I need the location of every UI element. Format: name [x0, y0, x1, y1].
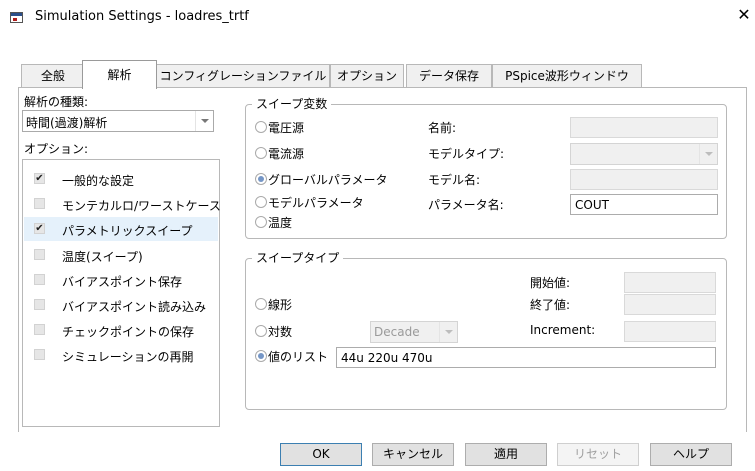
option-label: シミュレーションの再開 — [62, 350, 194, 364]
option-label: 温度(スイープ) — [62, 250, 143, 264]
window-title: Simulation Settings - loadres_trtf — [35, 9, 249, 24]
radio-logarithmic[interactable] — [255, 325, 267, 337]
tab-options[interactable]: オプション — [330, 64, 404, 88]
value-list-value: 44u 220u 470u — [341, 351, 433, 365]
radio-temperature-label: 温度 — [268, 216, 293, 230]
end-value-label: 終了値: — [530, 298, 571, 312]
checkbox-icon[interactable] — [34, 249, 45, 260]
option-load-bias-point[interactable]: バイアスポイント読み込み — [24, 293, 218, 317]
radio-value-list[interactable] — [255, 350, 267, 362]
option-save-checkpoint[interactable]: チェックポイントの保存 — [24, 318, 218, 342]
option-parametric-sweep[interactable]: ✔ パラメトリックスイープ — [24, 217, 218, 241]
radio-model-parameter[interactable] — [255, 196, 267, 208]
parameter-name-label: パラメータ名: — [428, 198, 504, 212]
sweep-variable-title: スイープ変数 — [252, 95, 332, 112]
tab-configuration-files[interactable]: コンフィグレーションファイル — [156, 64, 330, 88]
apply-button[interactable]: 適用 — [465, 443, 547, 466]
log-mode-dropdown[interactable]: Decade — [370, 321, 458, 343]
option-label: バイアスポイント読み込み — [62, 300, 207, 314]
analysis-type-dropdown[interactable]: 時間(過渡)解析 — [22, 110, 214, 132]
radio-global-parameter[interactable] — [255, 173, 267, 185]
option-save-bias-point[interactable]: バイアスポイント保存 — [24, 268, 218, 292]
model-name-field[interactable] — [570, 169, 718, 190]
checkbox-icon[interactable] — [34, 198, 45, 209]
radio-current-source[interactable] — [255, 147, 267, 159]
option-general-settings[interactable]: ✔ 一般的な設定 — [24, 167, 218, 191]
increment-field[interactable] — [624, 321, 716, 342]
option-label: チェックポイントの保存 — [62, 325, 195, 339]
options-label: オプション: — [24, 142, 89, 156]
model-name-label: モデル名: — [428, 173, 481, 187]
checkbox-icon[interactable] — [34, 349, 45, 360]
checkbox-icon[interactable]: ✔ — [34, 173, 45, 184]
log-mode-value: Decade — [374, 325, 420, 339]
radio-linear[interactable] — [255, 298, 267, 310]
option-label: バイアスポイント保存 — [62, 275, 183, 289]
radio-temperature[interactable] — [255, 216, 267, 228]
radio-linear-label: 線形 — [268, 298, 293, 312]
radio-global-parameter-label: グローバルパラメータ — [268, 173, 388, 187]
value-list-field[interactable]: 44u 220u 470u — [336, 347, 716, 368]
app-window-icon — [10, 12, 23, 23]
chevron-down-icon[interactable] — [439, 322, 457, 342]
analysis-type-value: 時間(過渡)解析 — [26, 116, 108, 130]
reset-button[interactable]: リセット — [557, 443, 639, 466]
option-label: パラメトリックスイープ — [62, 224, 193, 238]
radio-model-parameter-label: モデルパラメータ — [268, 196, 364, 210]
options-list: ✔ 一般的な設定 モンテカルロ/ワーストケース ✔ パラメトリックスイープ 温度… — [22, 159, 221, 427]
tab-data-collection[interactable]: データ保存 — [406, 64, 492, 88]
option-label: モンテカルロ/ワーストケース — [62, 199, 221, 213]
model-type-dropdown[interactable] — [570, 143, 718, 165]
radio-voltage-source-label: 電圧源 — [268, 121, 305, 135]
parameter-name-field[interactable]: COUT — [570, 194, 718, 215]
name-label: 名前: — [428, 121, 457, 135]
chevron-down-icon[interactable] — [195, 111, 213, 131]
dialog-client-area: 全般 解析 コンフィグレーションファイル オプション データ保存 PSpice波… — [0, 34, 755, 471]
end-value-field[interactable] — [624, 294, 716, 315]
sweep-type-title: スイープタイプ — [252, 249, 344, 266]
analysis-type-label: 解析の種類: — [24, 95, 89, 109]
option-label: 一般的な設定 — [62, 174, 135, 188]
tab-analysis[interactable]: 解析 — [82, 60, 157, 89]
option-monte-carlo[interactable]: モンテカルロ/ワーストケース — [24, 192, 221, 216]
tab-general[interactable]: 全般 — [21, 64, 85, 88]
start-value-label: 開始値: — [530, 276, 571, 290]
checkbox-icon[interactable]: ✔ — [34, 223, 45, 234]
radio-value-list-label: 値のリスト — [268, 350, 329, 364]
checkbox-icon[interactable] — [34, 324, 45, 335]
start-value-field[interactable] — [624, 272, 716, 293]
title-bar: Simulation Settings - loadres_trtf ✕ — [0, 0, 755, 34]
ok-button[interactable]: OK — [280, 443, 362, 466]
model-type-label: モデルタイプ: — [428, 147, 505, 161]
chevron-down-icon[interactable] — [699, 144, 717, 164]
checkbox-icon[interactable] — [34, 274, 45, 285]
parameter-name-value: COUT — [575, 198, 609, 212]
radio-current-source-label: 電流源 — [268, 147, 305, 161]
increment-label: Increment: — [530, 323, 596, 337]
option-restart-simulation[interactable]: シミュレーションの再開 — [24, 343, 218, 367]
radio-logarithmic-label: 対数 — [268, 325, 293, 339]
tab-pspice-probe-window[interactable]: PSpice波形ウィンドウ — [492, 64, 642, 88]
radio-voltage-source[interactable] — [255, 121, 267, 133]
help-button[interactable]: ヘルプ — [650, 443, 732, 466]
cancel-button[interactable]: キャンセル — [372, 443, 454, 466]
checkbox-icon[interactable] — [34, 299, 45, 310]
close-icon[interactable]: ✕ — [733, 4, 755, 28]
name-field[interactable] — [570, 117, 718, 138]
option-temperature-sweep[interactable]: 温度(スイープ) — [24, 243, 218, 267]
